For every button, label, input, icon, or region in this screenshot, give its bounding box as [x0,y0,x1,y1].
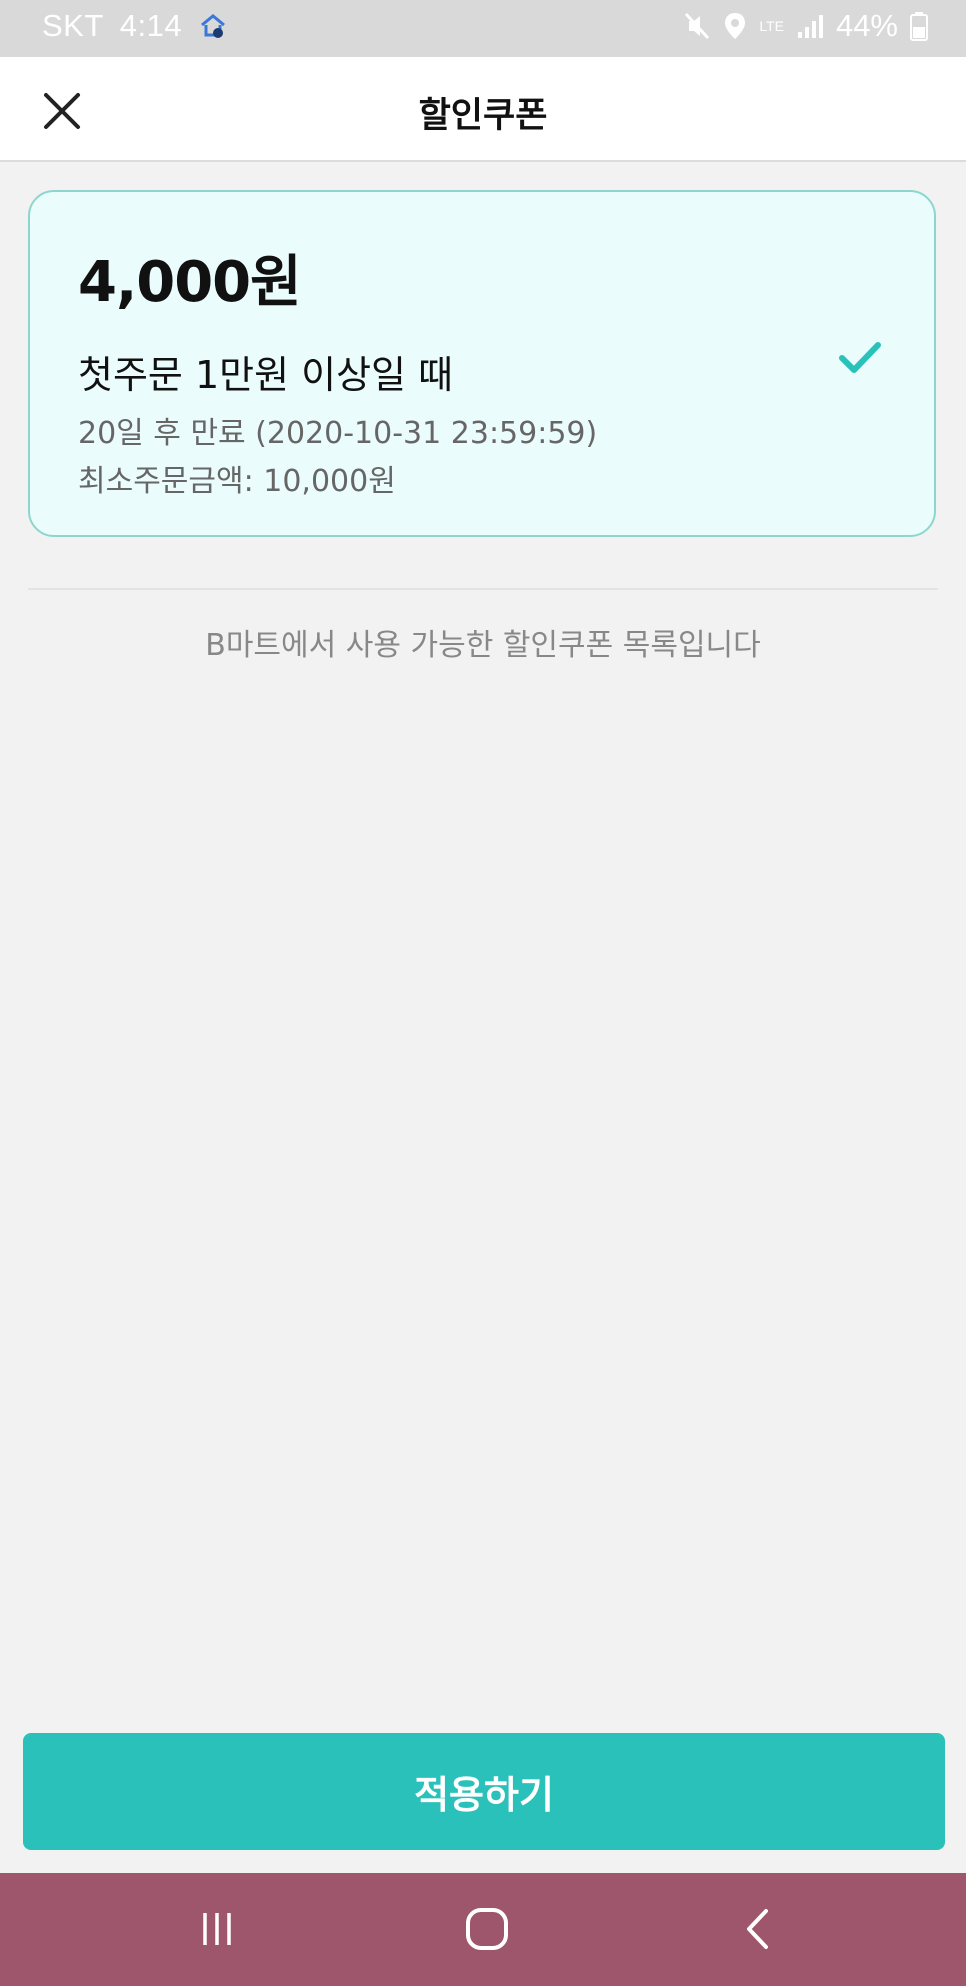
mute-icon [683,11,711,41]
location-icon [723,11,747,41]
back-button[interactable] [728,1901,788,1961]
carrier-label: SKT [42,8,104,43]
battery-percent: 44% [835,8,898,43]
back-icon [740,1908,776,1954]
status-bar: SKT 4:14 LTE 44% [0,0,966,57]
status-bar-right: LTE 44% [683,8,928,44]
coupon-amount: 4,000원 [78,250,302,315]
divider [28,588,938,590]
home-button[interactable] [457,1901,517,1961]
checkmark-icon [838,340,882,380]
signal-icon [796,12,824,40]
coupon-card[interactable]: 4,000원 첫주문 1만원 이상일 때 20일 후 만료 (2020-10-3… [28,190,936,537]
clock: 4:14 [119,8,183,43]
coupon-expiry: 20일 후 만료 (2020-10-31 23:59:59) [78,416,598,451]
home-sync-icon [198,11,228,41]
lte-icon: LTE [759,18,784,34]
app-header: 할인쿠폰 [0,57,966,162]
coupon-condition: 첫주문 1만원 이상일 때 [78,353,454,397]
system-nav-bar [0,1873,966,1986]
status-bar-left: SKT 4:14 [42,8,228,44]
home-icon [464,1906,510,1956]
recent-apps-icon [197,1909,237,1953]
page-title: 할인쿠폰 [418,96,548,136]
apply-button[interactable]: 적용하기 [23,1733,945,1850]
recent-apps-button[interactable] [187,1901,247,1961]
coupon-min-order: 최소주문금액: 10,000원 [78,464,396,499]
battery-icon [910,11,928,41]
coupon-list-notice: B마트에서 사용 가능한 할인쿠폰 목록입니다 [205,628,761,663]
